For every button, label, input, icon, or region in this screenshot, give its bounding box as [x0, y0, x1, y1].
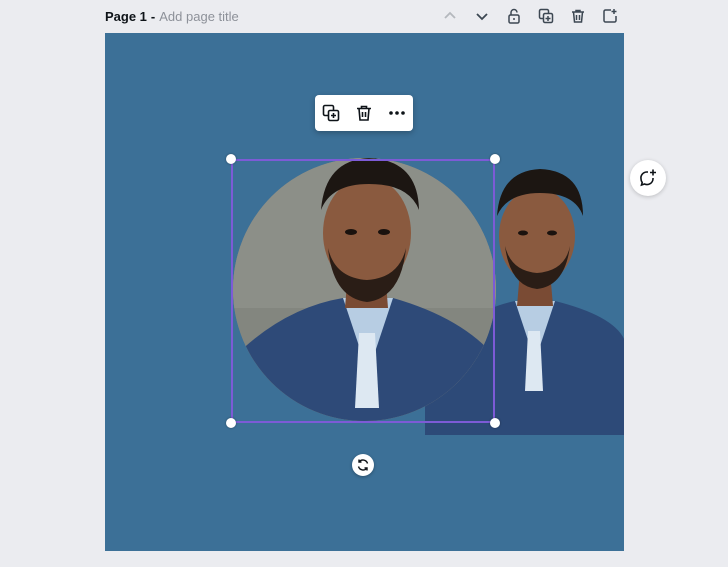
move-page-up-button[interactable] — [438, 4, 462, 28]
duplicate-element-button[interactable] — [319, 101, 343, 125]
more-options-button[interactable] — [385, 101, 409, 125]
page-title-input[interactable]: Add page title — [159, 9, 239, 24]
move-page-down-button[interactable] — [470, 4, 494, 28]
chevron-down-icon — [476, 13, 488, 21]
add-comment-icon — [640, 169, 656, 187]
delete-element-button[interactable] — [352, 101, 376, 125]
resize-handle-top-right[interactable] — [490, 154, 500, 164]
more-dots-icon — [388, 111, 405, 115]
page-toolbar — [438, 4, 622, 28]
trash-icon — [572, 9, 584, 23]
duplicate-icon — [538, 8, 554, 24]
resize-handle-bottom-right[interactable] — [490, 418, 500, 428]
add-page-button[interactable] — [598, 4, 622, 28]
lock-icon — [508, 8, 520, 24]
chevron-up-icon — [444, 11, 456, 19]
trash-icon — [356, 105, 371, 121]
element-toolbar — [315, 95, 413, 131]
page-header: Page 1 - Add page title — [105, 6, 239, 26]
resize-handle-top-left[interactable] — [226, 154, 236, 164]
add-comment-button[interactable] — [630, 160, 666, 196]
delete-page-button[interactable] — [566, 4, 590, 28]
resize-handle-bottom-left[interactable] — [226, 418, 236, 428]
selection-frame — [231, 159, 495, 423]
add-page-icon — [603, 9, 617, 23]
duplicate-page-button[interactable] — [534, 4, 558, 28]
rotate-handle[interactable] — [352, 454, 374, 476]
duplicate-icon — [323, 104, 340, 122]
lock-page-button[interactable] — [502, 4, 526, 28]
page-label: Page 1 — [105, 8, 147, 24]
rotate-icon — [357, 459, 369, 471]
page-label-separator: - — [150, 8, 156, 24]
